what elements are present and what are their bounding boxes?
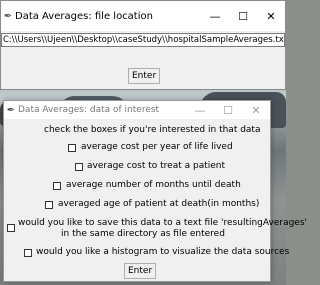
maximize-icon[interactable]: ☐ bbox=[214, 104, 242, 117]
option-label: average number of months until death bbox=[66, 180, 241, 190]
enter-button[interactable]: Enter bbox=[128, 68, 161, 84]
window-title: Data Averages: file location bbox=[15, 10, 153, 22]
file-location-window: ✒ Data Averages: file location — ☐ ✕ C:\… bbox=[0, 0, 286, 90]
option-checkbox-age-at-death[interactable] bbox=[45, 201, 53, 209]
window-title: Data Averages: data of interest bbox=[18, 105, 160, 115]
file-path-input[interactable]: C:\\Users\\Ujeen\\Desktop\\caseStudy\\ho… bbox=[1, 33, 285, 47]
close-icon[interactable]: ✕ bbox=[257, 10, 285, 23]
option-checkbox-months-until-death[interactable] bbox=[53, 182, 61, 190]
option-checkbox-cost-to-treat[interactable] bbox=[75, 163, 83, 171]
title-bar: ✒ Data Averages: file location — ☐ ✕ bbox=[1, 1, 285, 31]
minimize-icon[interactable]: — bbox=[201, 10, 229, 23]
feather-icon: ✒ bbox=[6, 104, 16, 116]
feather-icon: ✒ bbox=[3, 10, 13, 22]
option-label: averaged age of patient at death(in mont… bbox=[58, 199, 260, 209]
option-checkbox-cost-per-year[interactable] bbox=[68, 144, 76, 152]
maximize-icon[interactable]: ☐ bbox=[229, 10, 257, 23]
option-label: average cost per year of life lived bbox=[81, 142, 233, 152]
option-label: average cost to treat a patient bbox=[87, 161, 226, 171]
histogram-label: would you like a histogram to visualize … bbox=[36, 247, 290, 257]
save-to-file-checkbox[interactable] bbox=[7, 224, 15, 232]
minimize-icon[interactable]: — bbox=[186, 104, 214, 117]
enter-button[interactable]: Enter bbox=[124, 263, 157, 279]
save-to-file-label-line1: would you like to save this data to a te… bbox=[18, 218, 308, 228]
window-body: C:\\Users\\Ujeen\\Desktop\\caseStudy\\ho… bbox=[1, 31, 285, 89]
save-to-file-label-line2: in the same directory as file entered bbox=[61, 229, 225, 239]
instruction-text: check the boxes if you're interested in … bbox=[44, 125, 261, 135]
histogram-checkbox[interactable] bbox=[24, 249, 32, 257]
close-icon[interactable]: ✕ bbox=[242, 104, 270, 117]
data-of-interest-window: ✒ Data Averages: data of interest — ☐ ✕ … bbox=[3, 100, 308, 282]
title-bar: ✒ Data Averages: data of interest — ☐ ✕ bbox=[4, 101, 270, 119]
